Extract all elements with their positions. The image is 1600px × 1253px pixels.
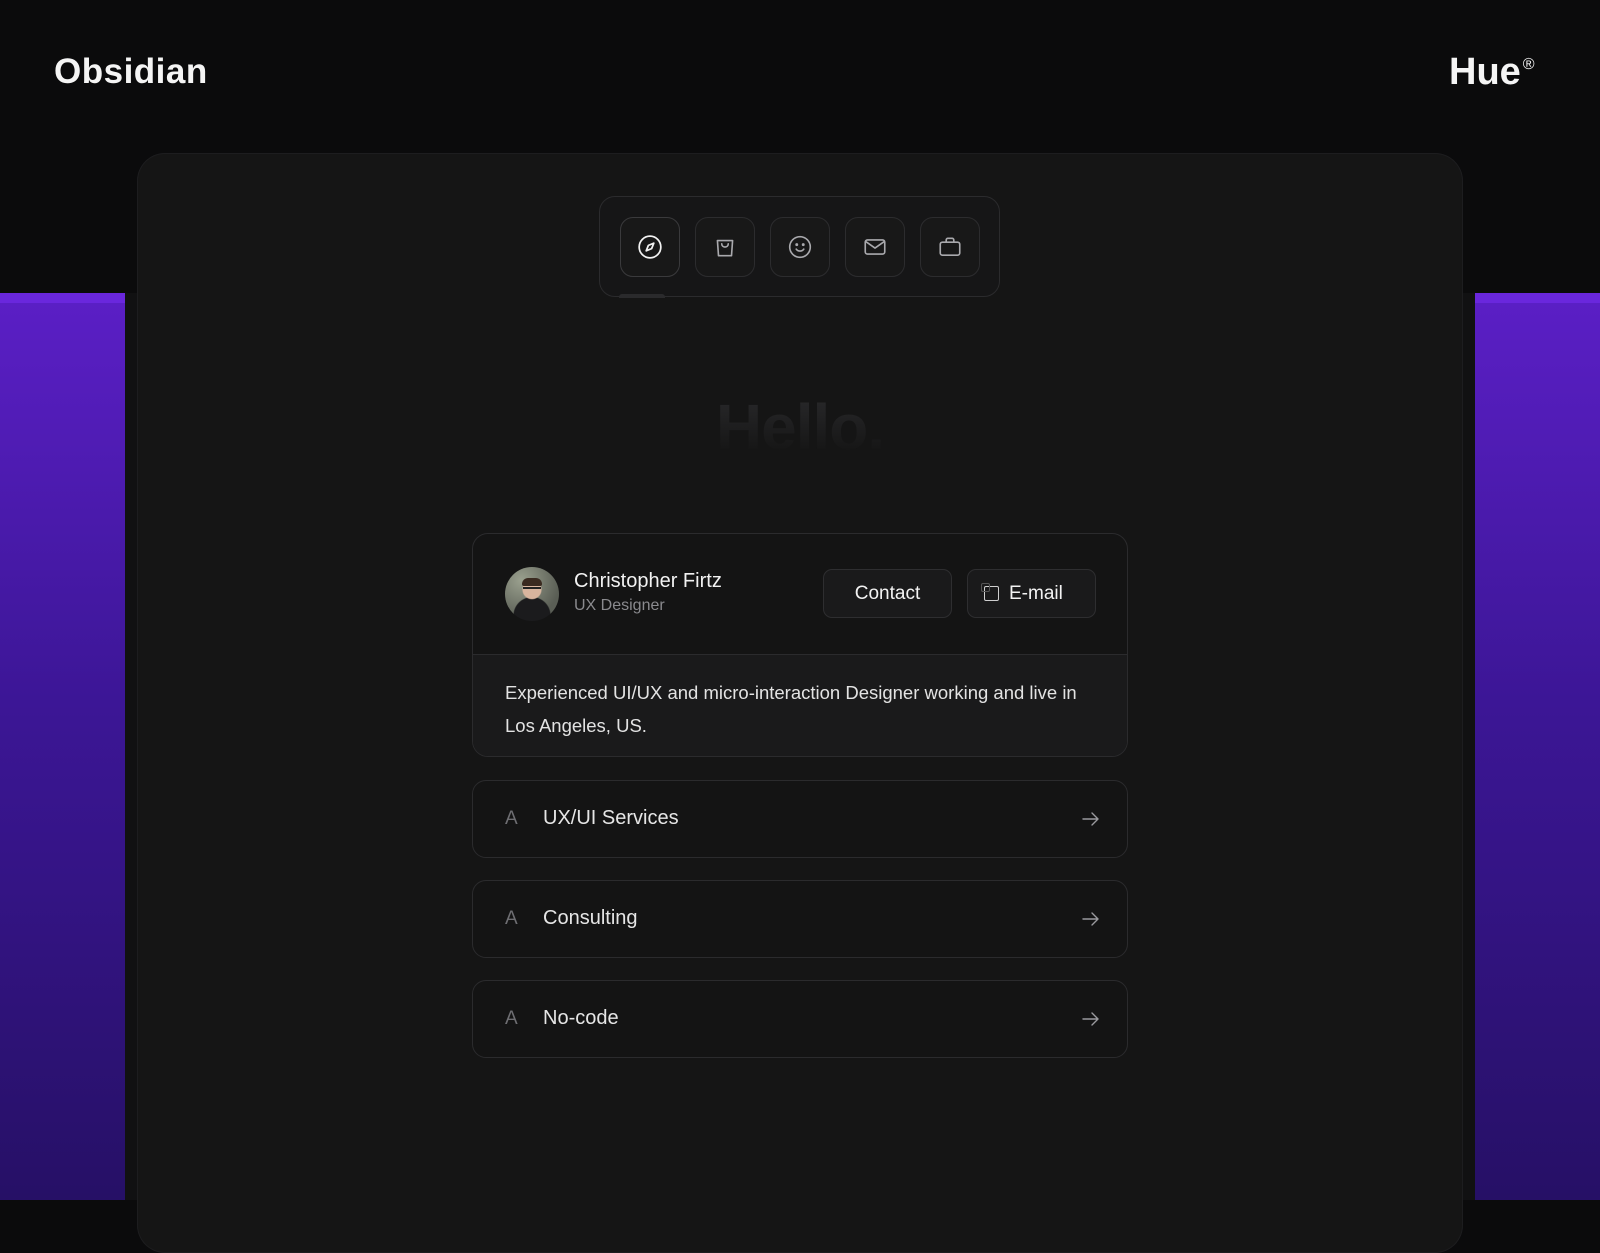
active-indicator [619,294,665,298]
contact-button[interactable]: Contact [823,569,952,618]
arrow-right-icon [1082,912,1099,926]
avatar-glasses [523,587,541,593]
profile-bio: Experienced UI/UX and micro-interaction … [473,655,1127,756]
avatar-hair [522,578,542,586]
service-label: Consulting [543,907,638,929]
service-letter: A [505,1008,518,1029]
service-item-consulting[interactable]: A Consulting [472,880,1128,958]
hue-logo: Hue ® [1449,51,1535,94]
copy-icon [981,583,999,601]
service-letter: A [505,908,518,929]
profile-name: Christopher Firtz [574,570,722,592]
nav-mail-button[interactable] [845,217,905,277]
briefcase-icon [939,237,961,256]
email-button-label: E-mail [1009,582,1063,604]
arrow-right-icon [1082,812,1099,826]
obsidian-logo: Obsidian [54,52,208,91]
service-label: UX/UI Services [543,807,679,829]
avatar [505,567,559,621]
nav-work-button[interactable] [920,217,980,277]
hero-title: Hello. [0,390,1600,464]
nav-shop-button[interactable] [695,217,755,277]
profile-card: Christopher Firtz UX Designer Contact E-… [472,533,1128,757]
service-letter: A [505,808,518,829]
service-label: No-code [543,1007,619,1029]
smiley-icon [788,235,812,259]
shopping-bag-icon [716,239,734,257]
email-button[interactable]: E-mail [967,569,1096,618]
hue-logo-text: Hue [1449,51,1521,93]
nav-explore-button[interactable] [620,217,680,277]
service-item-no-code[interactable]: A No-code [472,980,1128,1058]
icon-nav-bar [599,196,1000,298]
arrow-right-icon [1082,1012,1099,1026]
profile-role: UX Designer [574,597,665,614]
profile-header: Christopher Firtz UX Designer Contact E-… [473,534,1127,655]
mail-icon [864,239,886,255]
nav-profile-button[interactable] [770,217,830,277]
service-item-ux-ui[interactable]: A UX/UI Services [472,780,1128,858]
compass-icon [638,235,662,259]
registered-mark: ® [1522,56,1535,73]
